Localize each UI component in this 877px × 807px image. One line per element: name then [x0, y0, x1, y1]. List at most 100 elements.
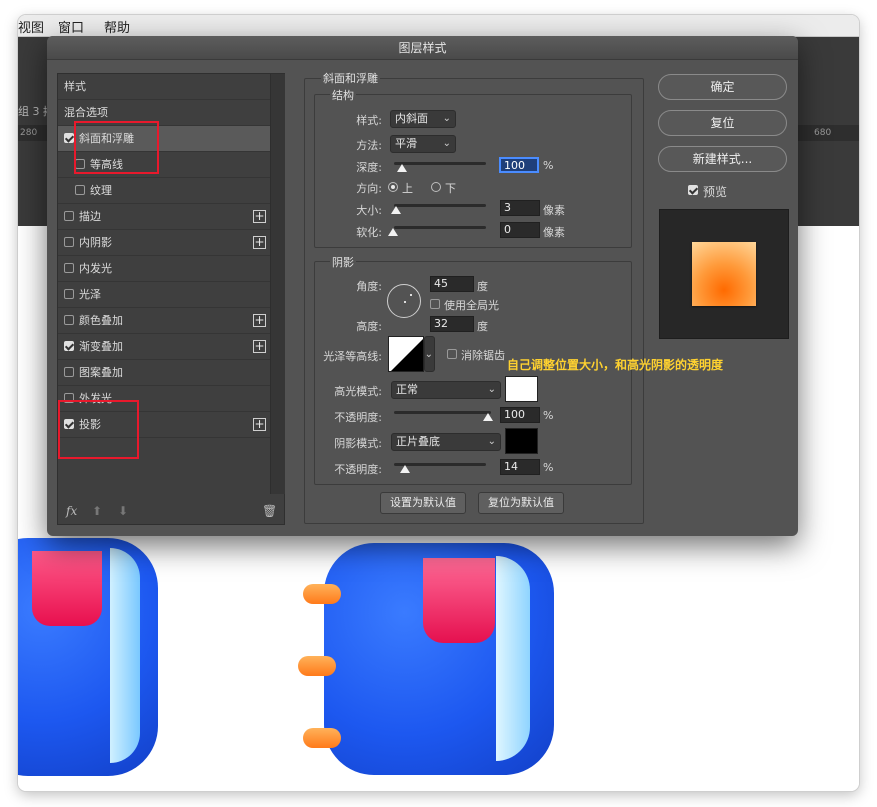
pattern-overlay-checkbox[interactable]	[64, 367, 74, 377]
size-input[interactable]: 3	[500, 200, 540, 216]
highlight-mode-select[interactable]: 正常 ⌄	[391, 381, 501, 399]
depth-slider-thumb[interactable]	[397, 164, 407, 172]
stroke-checkbox[interactable]	[64, 211, 74, 221]
chevron-down-icon: ⌄	[487, 436, 496, 447]
highlight-color-swatch[interactable]	[505, 376, 538, 402]
chevron-down-icon: ⌄	[424, 349, 433, 360]
move-up-icon[interactable]: ⬆	[92, 504, 102, 518]
highlight-opacity-input[interactable]: 100	[500, 407, 540, 423]
add-color-overlay-plus-icon[interactable]: +	[253, 314, 266, 327]
soften-input[interactable]: 0	[500, 222, 540, 238]
shadow-opacity-label: 不透明度:	[334, 463, 382, 476]
highlight-opacity-thumb[interactable]	[483, 413, 493, 421]
move-down-icon[interactable]: ⬇	[118, 504, 128, 518]
style-item-pattern-overlay[interactable]: 图案叠加	[58, 360, 270, 386]
global-light-checkbox[interactable]	[430, 299, 440, 309]
anti-alias-label: 消除锯齿	[461, 349, 505, 362]
bevel-emboss-group-title: 斜面和浮雕	[321, 70, 380, 86]
annotation-redbox-bevel	[74, 121, 159, 174]
style-item-stroke[interactable]: 描边 +	[58, 204, 270, 230]
inner-shadow-checkbox[interactable]	[64, 237, 74, 247]
gloss-contour-preview[interactable]	[388, 336, 424, 372]
style-item-inner-shadow[interactable]: 内阴影 +	[58, 230, 270, 256]
angle-input[interactable]: 45	[430, 276, 474, 292]
direction-up-radio[interactable]	[388, 182, 398, 192]
inner-glow-checkbox[interactable]	[64, 263, 74, 273]
altitude-input[interactable]: 32	[430, 316, 474, 332]
style-item-texture[interactable]: 纹理	[58, 178, 270, 204]
highlight-opacity-slider[interactable]	[394, 411, 491, 414]
fx-icon[interactable]: fx	[66, 504, 77, 518]
shading-group-title: 阴影	[330, 254, 356, 270]
bevel-style-select[interactable]: 内斜面 ⌄	[390, 110, 456, 128]
new-style-button[interactable]: 新建样式...	[658, 146, 787, 172]
size-slider-thumb[interactable]	[391, 206, 401, 214]
backpack-ring-middle	[298, 656, 336, 676]
style-item-color-overlay[interactable]: 颜色叠加 +	[58, 308, 270, 334]
satin-checkbox[interactable]	[64, 289, 74, 299]
add-gradient-overlay-plus-icon[interactable]: +	[253, 340, 266, 353]
soften-slider-thumb[interactable]	[388, 228, 398, 236]
shadow-color-swatch[interactable]	[505, 428, 538, 454]
styles-list-scrollbar[interactable]	[270, 74, 285, 494]
reset-button[interactable]: 复位	[658, 110, 787, 136]
shading-group	[314, 261, 632, 485]
structure-group-title: 结构	[330, 87, 356, 103]
style-label: 样式:	[356, 114, 382, 127]
shadow-opacity-thumb[interactable]	[400, 465, 410, 473]
add-inner-shadow-plus-icon[interactable]: +	[253, 236, 266, 249]
backpack-tag-right	[423, 558, 495, 643]
menu-help[interactable]: 帮助	[104, 17, 130, 36]
gloss-contour-dropdown[interactable]: ⌄	[424, 336, 435, 372]
global-light-label: 使用全局光	[444, 299, 499, 312]
add-drop-shadow-plus-icon[interactable]: +	[253, 418, 266, 431]
menu-view[interactable]: 视图	[18, 17, 44, 36]
angle-label: 角度:	[356, 280, 382, 293]
bevel-emboss-checkbox[interactable]	[64, 133, 74, 143]
ok-button[interactable]: 确定	[658, 74, 787, 100]
dialog-title: 图层样式	[47, 36, 798, 60]
preview-checkbox[interactable]	[688, 185, 698, 195]
soften-slider[interactable]	[394, 226, 486, 229]
annotation-text: 自己调整位置大小，和高光阴影的透明度	[507, 358, 724, 372]
menu-window[interactable]: 窗口	[58, 17, 84, 36]
chevron-down-icon: ⌄	[487, 384, 496, 395]
depth-slider[interactable]	[394, 162, 486, 165]
angle-dial[interactable]	[387, 284, 421, 318]
styles-header[interactable]: 样式	[58, 74, 270, 100]
altitude-unit: 度	[477, 320, 488, 333]
direction-down-radio[interactable]	[431, 182, 441, 192]
soften-unit: 像素	[543, 226, 565, 239]
layer-style-dialog: 图层样式 样式 混合选项 斜面和浮雕 等高线 纹理 描边 + 内阴影 + 内发光	[47, 36, 798, 536]
set-default-button[interactable]: 设置为默认值	[380, 492, 466, 514]
technique-label: 方法:	[356, 139, 382, 152]
style-item-inner-glow[interactable]: 内发光	[58, 256, 270, 282]
shadow-mode-select[interactable]: 正片叠底 ⌄	[391, 433, 501, 451]
preview-label: 预览	[703, 185, 728, 199]
gradient-overlay-checkbox[interactable]	[64, 341, 74, 351]
technique-select[interactable]: 平滑 ⌄	[390, 135, 456, 153]
size-unit: 像素	[543, 204, 565, 217]
size-slider[interactable]	[394, 204, 486, 207]
soften-label: 软化:	[356, 226, 382, 239]
shadow-opacity-input[interactable]: 14	[500, 459, 540, 475]
backpack-tag-left	[32, 551, 102, 626]
add-stroke-plus-icon[interactable]: +	[253, 210, 266, 223]
color-overlay-checkbox[interactable]	[64, 315, 74, 325]
trash-icon[interactable]: 🗑	[262, 504, 277, 518]
direction-down-label: 下	[445, 182, 456, 195]
chevron-down-icon: ⌄	[442, 138, 451, 149]
anti-alias-checkbox[interactable]	[447, 349, 457, 359]
shadow-mode-label: 阴影模式:	[334, 437, 382, 450]
style-item-satin[interactable]: 光泽	[58, 282, 270, 308]
texture-checkbox[interactable]	[75, 185, 85, 195]
ruler-left-fragment: 280	[18, 125, 48, 141]
style-item-gradient-overlay[interactable]: 渐变叠加 +	[58, 334, 270, 360]
depth-input[interactable]: 100	[499, 157, 539, 173]
gloss-contour-label: 光泽等高线:	[323, 350, 382, 363]
depth-unit: %	[543, 159, 554, 172]
contour-curve-icon	[391, 339, 423, 371]
reset-default-button[interactable]: 复位为默认值	[478, 492, 564, 514]
highlight-opacity-unit: %	[543, 409, 554, 422]
chevron-down-icon: ⌄	[442, 113, 451, 124]
